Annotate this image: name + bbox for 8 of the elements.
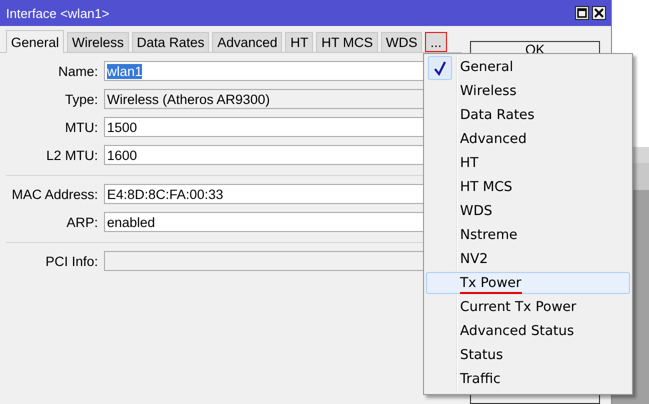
field-label: L2 MTU: — [45, 148, 99, 162]
field-label: MAC Address: — [10, 186, 99, 202]
window-title: Interface <wlan1> — [6, 6, 110, 20]
field-label: Type: — [64, 92, 99, 106]
field-label: MTU: — [64, 120, 99, 134]
field-label: Name: — [57, 64, 99, 78]
field-label: PCI Info: — [44, 254, 99, 268]
field-label: ARP: — [65, 214, 99, 230]
